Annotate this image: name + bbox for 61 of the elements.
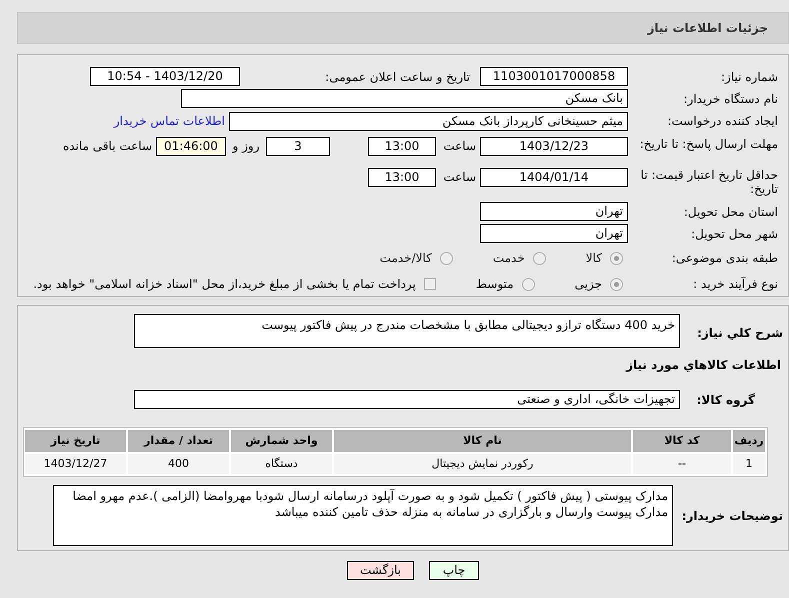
value-field: 1403/12/20 - 10:54 — [90, 67, 240, 86]
print-button[interactable]: چاپ — [429, 561, 479, 580]
radio-label: خدمت — [492, 250, 525, 268]
value-field: تهران — [480, 202, 628, 222]
value-field: بانک مسکن — [181, 89, 628, 108]
field-label: شهر محل تحویل: — [690, 226, 778, 241]
back-button[interactable]: بازگشت — [347, 561, 414, 580]
value-field: 13:00 — [368, 168, 436, 188]
value-field: 01:46:00 — [156, 136, 226, 156]
field-label: ساعت — [442, 138, 477, 155]
value-field: 3 — [266, 136, 330, 156]
value-field: میثم حسینخانی کارپرداز بانک مسکن — [229, 112, 628, 131]
field-label: نام دستگاه خریدار: — [682, 92, 778, 106]
page-title: جزئیات اطلاعات نیاز — [647, 20, 768, 37]
field-label: حداقل تاریخ اعتبار قیمت: تا تاریخ: — [640, 168, 778, 196]
radio-button[interactable] — [532, 252, 546, 265]
value-field: تجهیزات خانگی، اداری و صنعتی — [134, 390, 680, 409]
column-header: کد کالا — [633, 430, 731, 452]
table-cell: رکوردر نمایش دیجیتال — [334, 454, 631, 474]
radio-label: متوسط — [476, 276, 514, 294]
value-field: تهران — [480, 224, 628, 244]
table-cell: 400 — [128, 454, 229, 474]
column-header: رديف — [733, 430, 765, 452]
field-label: استان محل تحویل: — [682, 204, 778, 219]
field-label: نوع فرآیند خرید : — [692, 277, 778, 292]
field-label: طبقه بندی موضوعی: — [670, 251, 778, 266]
radio-label: کالا — [586, 250, 602, 268]
remarks-field: مدارک پیوستی ( پیش فاکتور ) تکمیل شود و به صورت آپلود درسامانه ارسال شودبا مهروامضا (الزامی ).عدم مهرو امضا مدارک پیوست وارسال و بارگزاری در سامانه به منزله حذف تامین کننده میباشد — [53, 485, 673, 546]
field-label: گروه کالا: — [696, 392, 756, 408]
radio-button[interactable] — [440, 252, 453, 265]
radio-button[interactable] — [610, 278, 623, 291]
checkbox[interactable] — [424, 278, 436, 290]
value-field: 1103001017000858 — [480, 67, 628, 86]
field-label: روز و — [231, 138, 260, 155]
field-label: مهلت ارسال پاسخ: تا تاریخ: — [638, 136, 778, 151]
description-field: خرید 400 دستگاه ترازو دیجیتالی مطابق با مشخصات مندرج در پیش فاکتور پیوست — [134, 314, 680, 348]
column-header: نام کالا — [334, 430, 631, 452]
contact-link[interactable]: اطلاعات تماس خریدار — [114, 112, 225, 130]
field-label: تاریخ و ساعت اعلان عمومی: — [324, 68, 470, 86]
field-label: توضیحات خریدار: — [680, 508, 783, 524]
table-cell: دستگاه — [231, 454, 332, 474]
radio-button[interactable] — [610, 252, 623, 265]
value-field: 1403/12/23 — [480, 136, 628, 156]
column-header: تاریخ نیاز — [25, 430, 126, 452]
table-cell: 1 — [733, 454, 765, 474]
radio-button[interactable] — [522, 278, 535, 291]
radio-label: کالا/خدمت — [380, 250, 432, 268]
column-header: تعداد / مقدار — [128, 430, 229, 452]
value-field: 13:00 — [368, 136, 436, 156]
value-field: 1404/01/14 — [480, 168, 628, 188]
field-label: شماره نیاز: — [720, 70, 778, 84]
checkbox-label: پرداخت تمام یا بخشی از مبلغ خرید،از محل "اسناد خزانه اسلامی" خواهد بود. — [33, 276, 416, 294]
section-title: اطلاعات کالاهاي مورد نياز — [624, 357, 781, 374]
field-label: ساعت باقی مانده — [62, 138, 153, 155]
table-cell: 1403/12/27 — [25, 454, 126, 474]
field-label: ایجاد کننده درخواست: — [666, 114, 778, 128]
table-cell: -- — [633, 454, 731, 474]
field-label: شرح کلي نياز: — [696, 325, 783, 342]
radio-label: جزیی — [574, 276, 602, 294]
field-label: ساعت — [442, 169, 477, 186]
column-header: واحد شمارش — [231, 430, 332, 452]
